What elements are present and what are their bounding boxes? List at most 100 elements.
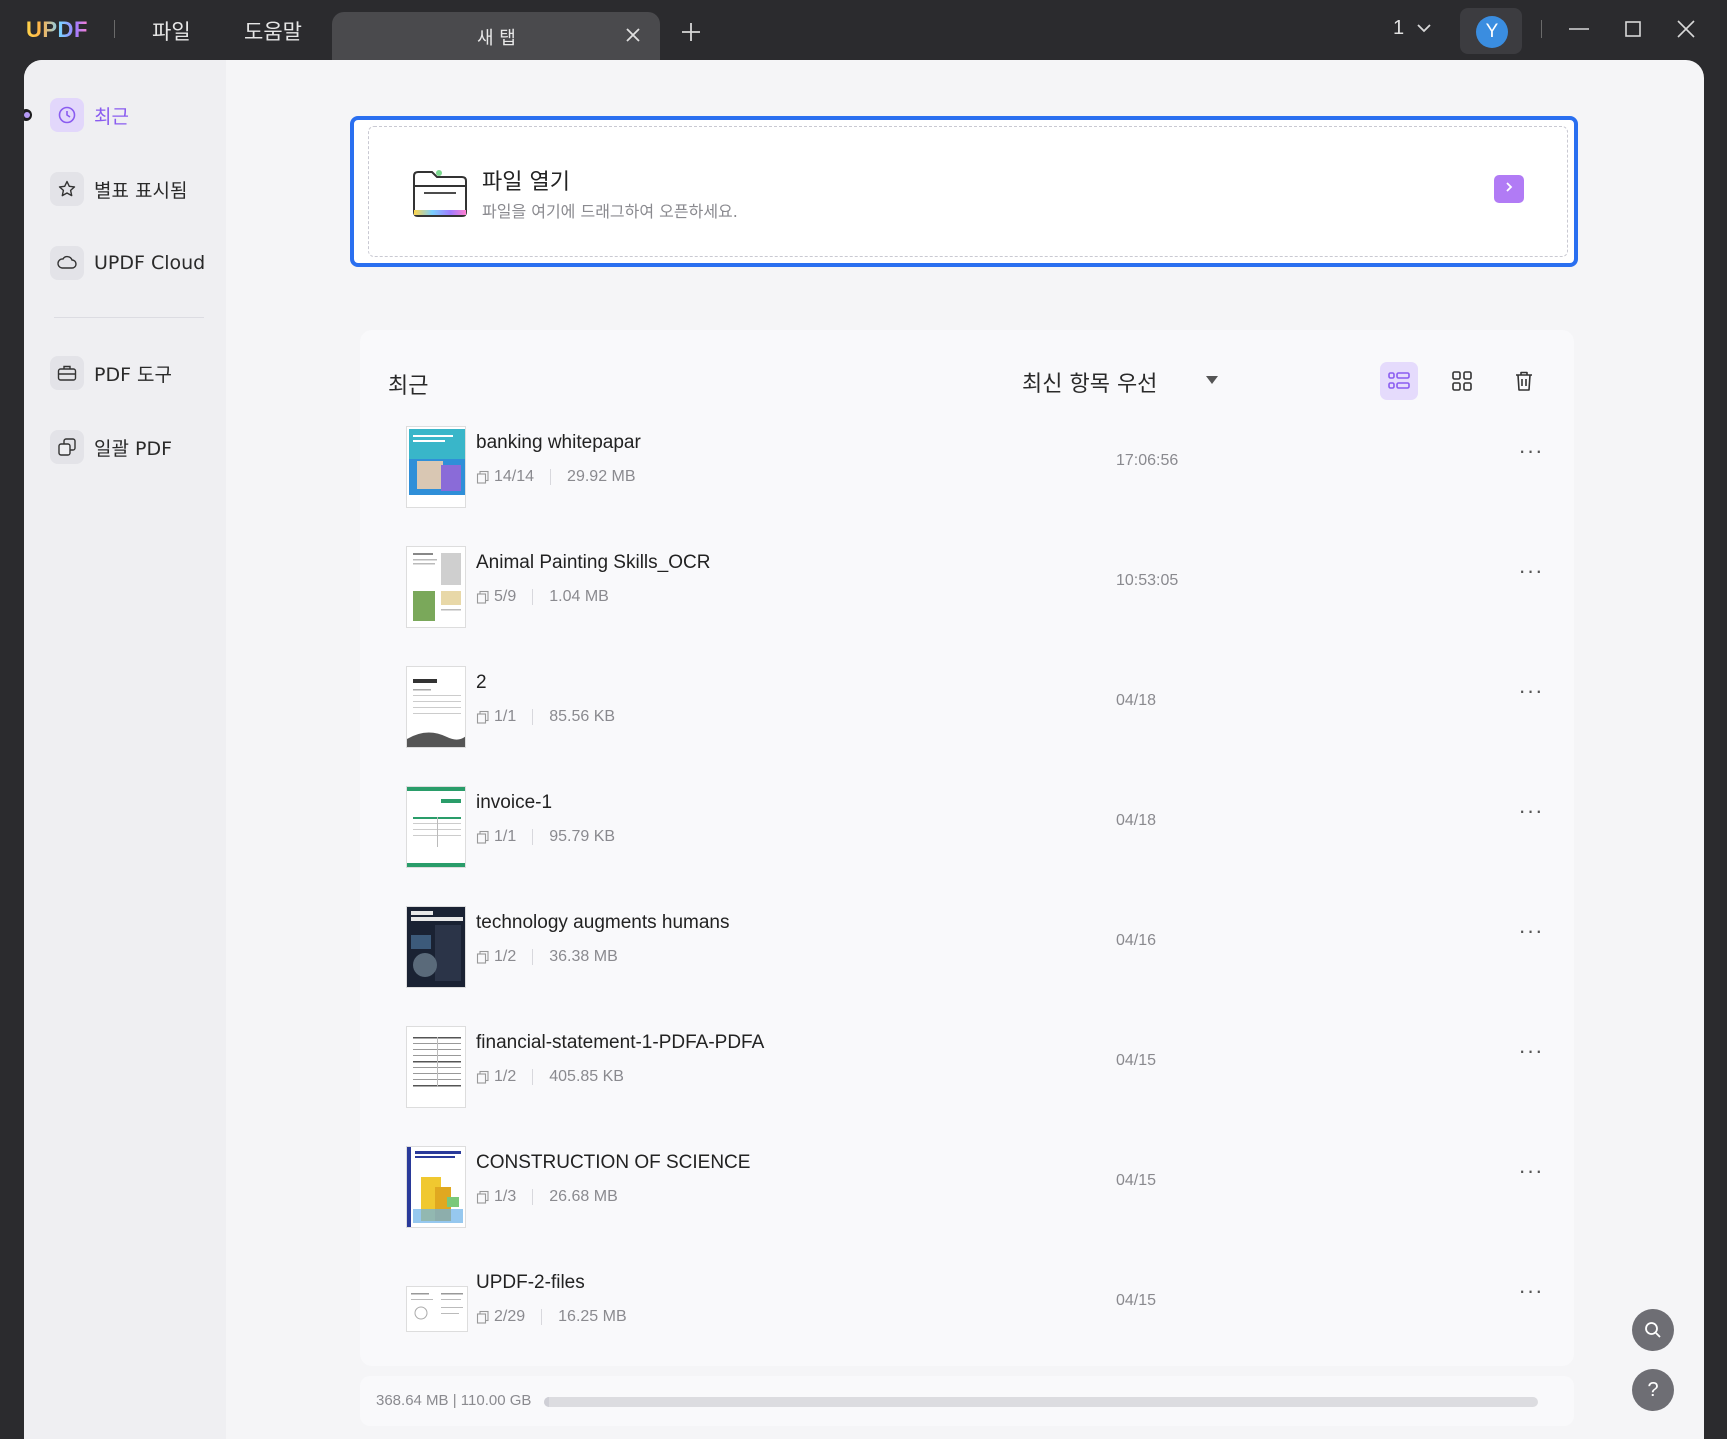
file-thumbnail [406, 426, 466, 508]
meta-separator [532, 1189, 534, 1205]
window-separator [1541, 20, 1542, 38]
meta-separator [532, 1069, 534, 1085]
file-pages: 1/1 [494, 828, 517, 845]
file-row[interactable]: invoice-1 1/1 95.79 KB 04/18 ··· [406, 778, 1556, 878]
storage-indicator: 368.64 MB | 110.00 GB [360, 1376, 1574, 1426]
open-file-subtitle: 파일을 여기에 드래그하여 오픈하세요. [482, 202, 738, 221]
file-thumbnail [406, 546, 466, 628]
more-options-icon[interactable]: ··· [1516, 1280, 1546, 1310]
more-options-icon[interactable]: ··· [1516, 1040, 1546, 1070]
file-thumbnail [406, 906, 466, 988]
grid-view-button[interactable] [1443, 362, 1481, 400]
window-count[interactable]: 1 [1393, 17, 1404, 40]
file-pages: 5/9 [494, 588, 517, 605]
meta-separator [532, 949, 534, 965]
file-pages: 1/3 [494, 1188, 517, 1205]
grid-view-icon [1452, 371, 1472, 391]
file-meta: 14/14 29.92 MB [476, 468, 636, 486]
close-icon[interactable] [622, 24, 644, 46]
file-name: UPDF-2-files [476, 1272, 585, 1293]
file-pages: 2/29 [494, 1308, 526, 1325]
more-options-icon[interactable]: ··· [1516, 560, 1546, 590]
help-icon: ? [1647, 1378, 1659, 1401]
help-button[interactable]: ? [1632, 1369, 1674, 1411]
file-thumbnail [406, 1146, 466, 1228]
meta-separator [541, 1309, 543, 1325]
pages-icon [476, 1070, 489, 1084]
sidebar-item-batch[interactable]: 일괄 PDF [50, 427, 210, 467]
chevron-right-icon[interactable] [1494, 175, 1524, 203]
list-view-button[interactable] [1380, 362, 1418, 400]
star-icon [50, 172, 84, 206]
sidebar-item-recent[interactable]: 최근 [50, 95, 210, 135]
file-thumbnail [406, 786, 466, 868]
more-options-icon[interactable]: ··· [1516, 440, 1546, 470]
menu-file[interactable]: 파일 [152, 16, 191, 46]
file-pages: 14/14 [494, 468, 535, 485]
tab-new[interactable]: 새 탭 [332, 12, 660, 60]
file-row[interactable]: financial-statement-1-PDFA-PDFA 1/2 405.… [406, 1018, 1556, 1118]
pages-icon [476, 1310, 489, 1324]
title-separator [114, 20, 115, 38]
more-options-icon[interactable]: ··· [1516, 920, 1546, 950]
more-options-icon[interactable]: ··· [1516, 1160, 1546, 1190]
file-pages: 1/2 [494, 1068, 517, 1085]
meta-separator [550, 469, 552, 485]
sort-dropdown[interactable]: 최신 항목 우선 [1022, 366, 1157, 398]
window-close-icon[interactable] [1673, 16, 1699, 42]
add-tab-icon[interactable] [678, 19, 704, 45]
file-row[interactable]: UPDF-2-files 2/29 16.25 MB 04/15 ··· [406, 1258, 1556, 1358]
sidebar-item-pdf-tools[interactable]: PDF 도구 [50, 353, 210, 393]
title-bar: UPDF 파일 도움말 새 탭 1 Y [0, 0, 1727, 60]
maximize-icon[interactable] [1620, 16, 1646, 42]
file-date: 10:53:05 [1116, 572, 1179, 589]
file-size: 85.56 KB [549, 708, 616, 725]
pages-icon [476, 590, 489, 604]
minimize-icon[interactable] [1566, 16, 1592, 42]
file-thumbnail [406, 666, 466, 748]
meta-separator [532, 829, 534, 845]
file-meta: 5/9 1.04 MB [476, 588, 609, 606]
sidebar-item-cloud[interactable]: UPDF Cloud [50, 243, 210, 283]
file-row[interactable]: CONSTRUCTION OF SCIENCE 1/3 26.68 MB 04/… [406, 1138, 1556, 1238]
tab-label: 새 탭 [477, 28, 516, 49]
file-row[interactable]: technology augments humans 1/2 36.38 MB … [406, 898, 1556, 998]
file-size: 16.25 MB [558, 1308, 627, 1325]
storage-fill [544, 1397, 549, 1407]
more-options-icon[interactable]: ··· [1516, 680, 1546, 710]
file-name: invoice-1 [476, 792, 553, 813]
file-size: 36.38 MB [549, 948, 618, 965]
file-row[interactable]: banking whitepapar 14/14 29.92 MB 17:06:… [406, 418, 1556, 518]
file-thumbnail [406, 1286, 468, 1332]
caret-down-icon[interactable] [1206, 376, 1218, 384]
list-view-icon [1388, 372, 1410, 389]
file-date: 04/15 [1116, 1052, 1157, 1069]
chevron-down-icon[interactable] [1414, 18, 1434, 38]
file-date: 04/18 [1116, 812, 1157, 829]
more-options-icon[interactable]: ··· [1516, 800, 1546, 830]
file-meta: 2/29 16.25 MB [476, 1308, 627, 1326]
app-window: 최근 별표 표시됨 UPDF Cloud PDF 도구 일괄 PDF 파일 열기… [24, 60, 1704, 1439]
sidebar-item-starred[interactable]: 별표 표시됨 [50, 169, 210, 209]
search-button[interactable] [1632, 1309, 1674, 1351]
folder-icon [410, 166, 470, 220]
file-row[interactable]: Animal Painting Skills_OCR 5/9 1.04 MB 1… [406, 538, 1556, 638]
storage-text: 368.64 MB | 110.00 GB [376, 1392, 532, 1409]
sidebar-indicator [24, 109, 32, 121]
file-pages: 1/2 [494, 948, 517, 965]
clock-icon [50, 98, 84, 132]
file-thumbnail [406, 1026, 466, 1108]
file-name: technology augments humans [476, 912, 730, 933]
trash-icon [1516, 371, 1532, 391]
file-row[interactable]: 2 1/1 85.56 KB 04/18 ··· [406, 658, 1556, 758]
file-date: 04/18 [1116, 692, 1157, 709]
open-file-dropzone[interactable]: 파일 열기 파일을 여기에 드래그하여 오픈하세요. [350, 116, 1578, 267]
cloud-icon [50, 246, 84, 280]
file-size: 1.04 MB [549, 588, 609, 605]
delete-button[interactable] [1505, 362, 1543, 400]
file-size: 405.85 KB [549, 1068, 624, 1085]
search-icon [1645, 1322, 1661, 1338]
menu-help[interactable]: 도움말 [244, 16, 302, 46]
avatar[interactable]: Y [1460, 8, 1522, 54]
sidebar: 최근 별표 표시됨 UPDF Cloud PDF 도구 일괄 PDF [24, 60, 226, 1439]
